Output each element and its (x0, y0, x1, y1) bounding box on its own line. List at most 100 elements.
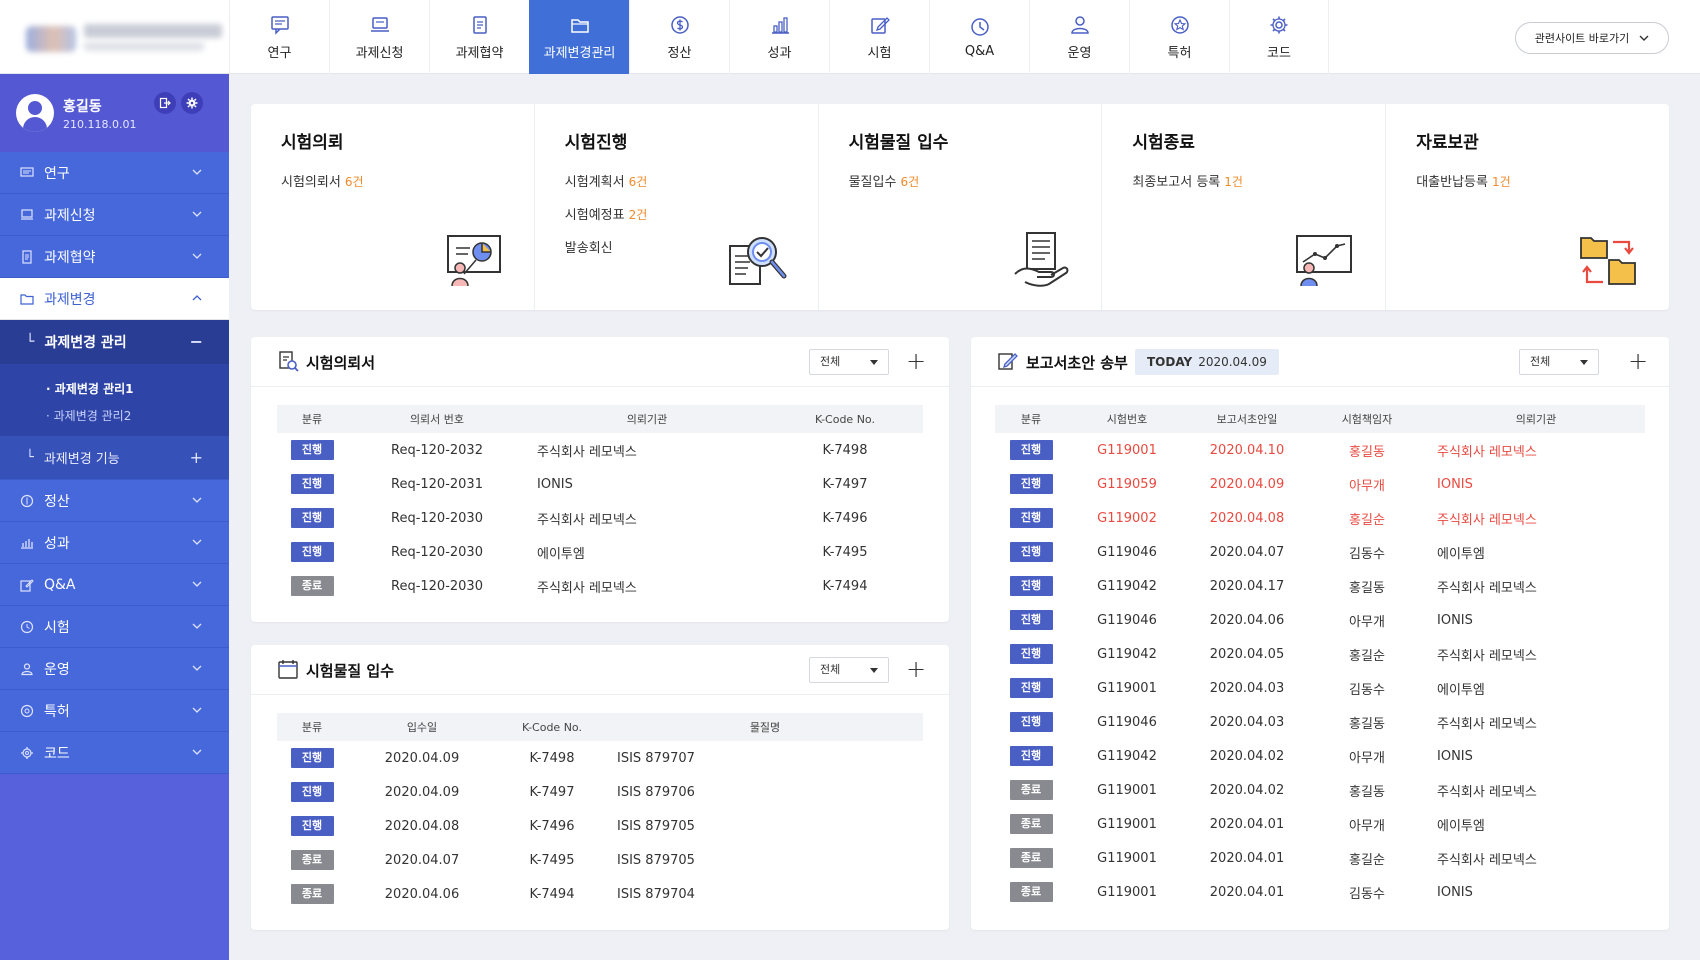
nav-performance[interactable]: 성과 (729, 0, 829, 74)
add-button[interactable]: + (903, 349, 929, 375)
column-header: 시험번호 (1067, 405, 1187, 433)
column-header: K-Code No. (767, 405, 923, 433)
sidebar-item-operation[interactable]: 운영 (0, 648, 229, 690)
gear-icon (21, 746, 33, 759)
summary-card-material-receipt[interactable]: 시험물질 입수 물질입수 6건 (819, 104, 1103, 310)
filter-select[interactable]: 전체 (809, 349, 889, 375)
table-cell: K-7494 (529, 886, 575, 902)
table-row[interactable]: 진행 2020.04.09 K-7498 ISIS 879707 (277, 741, 923, 775)
panel-title: 보고서초안 송부 (1026, 354, 1128, 372)
sidebar-item-research[interactable]: 연구 (0, 152, 229, 194)
nav-test[interactable]: 시험 (829, 0, 929, 74)
table-row[interactable]: 종료 2020.04.06 K-7494 ISIS 879704 (277, 877, 923, 911)
table-row[interactable]: 종료 2020.04.07 K-7495 ISIS 879705 (277, 843, 923, 877)
sidebar-item-test[interactable]: 시험 (0, 606, 229, 648)
main-nav: 연구 과제신청 과제협약 과제변경관리 정산 성과 시험 Q&A 운영 특허 코… (229, 0, 1329, 74)
chat-icon (270, 15, 289, 35)
summary-line[interactable]: 최종보고서 등록 1건 (1132, 171, 1355, 190)
table-row[interactable]: 종료 G119001 2020.04.01 아무개 에이투엠 (995, 807, 1645, 841)
table-row[interactable]: 진행 2020.04.08 K-7496 ISIS 879705 (277, 809, 923, 843)
sidebar-item-settlement[interactable]: 정산 (0, 480, 229, 522)
add-button[interactable]: + (1625, 349, 1651, 375)
table-row[interactable]: 진행 G119042 2020.04.17 홍길동 주식회사 레모넥스 (995, 569, 1645, 603)
logo[interactable] (22, 20, 222, 56)
summary-line[interactable]: 시험계획서 6건 (565, 171, 788, 190)
summary-card-test-end[interactable]: 시험종료 최종보고서 등록 1건 (1102, 104, 1387, 310)
nav-qna[interactable]: Q&A (929, 0, 1029, 74)
nav-operation[interactable]: 운영 (1029, 0, 1129, 74)
table-cell: 진행 (995, 501, 1067, 535)
sidebar-sub-list: · 과제변경 관리1 · 과제변경 관리2 (0, 364, 229, 436)
table-cell: 2020.04.01 (1209, 850, 1285, 866)
table-cell: 2020.04.05 (1209, 646, 1285, 662)
table-row[interactable]: 종료 G119001 2020.04.01 김동수 IONIS (995, 875, 1645, 909)
table-cell: 진행 (995, 671, 1067, 705)
filter-select[interactable]: 전체 (809, 657, 889, 683)
column-header: 분류 (277, 713, 347, 741)
column-header: 의뢰기관 (1427, 405, 1645, 433)
document-icon (22, 249, 32, 264)
table-row[interactable]: 종료 Req-120-2030 주식회사 레모넥스 K-7494 (277, 569, 923, 603)
table-row[interactable]: 진행 G119001 2020.04.10 홍길동 주식회사 레모넥스 (995, 433, 1645, 467)
table-row[interactable]: 진행 Req-120-2030 에이투엠 K-7495 (277, 535, 923, 569)
nav-project-agreement[interactable]: 과제협약 (429, 0, 529, 74)
sidebar-subitem-2[interactable]: · 과제변경 관리2 (0, 403, 229, 430)
related-sites-label: 관련사이트 바로가기 (1534, 32, 1630, 45)
bar-chart-icon (771, 16, 789, 34)
sidebar-item-project-agreement[interactable]: 과제협약 (0, 236, 229, 278)
sidebar-item-performance[interactable]: 성과 (0, 522, 229, 564)
related-sites-dropdown[interactable]: 관련사이트 바로가기 (1515, 22, 1669, 54)
table-row[interactable]: 진행 G119002 2020.04.08 홍길순 주식회사 레모넥스 (995, 501, 1645, 535)
summary-card-test-progress[interactable]: 시험진행 시험계획서 6건 시험예정표 2건 발송회신 (535, 104, 819, 310)
table-cell: 주식회사 레모넥스 (1437, 648, 1537, 664)
summary-line[interactable]: 시험예정표 2건 (565, 204, 788, 223)
summary-card-test-request[interactable]: 시험의뢰 시험의뢰서 6건 (251, 104, 535, 310)
table-row[interactable]: 진행 G119046 2020.04.06 아무개 IONIS (995, 603, 1645, 637)
status-badge: 진행 (290, 474, 334, 494)
table-cell: 진행 (995, 705, 1067, 739)
nav-project-change[interactable]: 과제변경관리 (529, 0, 629, 74)
settings-button[interactable] (181, 92, 203, 114)
nav-research[interactable]: 연구 (229, 0, 329, 74)
sidebar-item-code[interactable]: 코드 (0, 732, 229, 774)
sidebar: 홍길동 210.118.0.01 연구 과제신청 과제협약 과제변경 └ 과제변… (0, 74, 229, 960)
table-row[interactable]: 진행 G119059 2020.04.09 아무개 IONIS (995, 467, 1645, 501)
summary-line[interactable]: 물질입수 6건 (849, 171, 1072, 190)
table-cell: G119001 (1097, 442, 1157, 458)
status-badge: 종료 (1009, 780, 1053, 800)
nav-code[interactable]: 코드 (1229, 0, 1329, 74)
table-row[interactable]: 종료 G119001 2020.04.01 홍길순 주식회사 레모넥스 (995, 841, 1645, 875)
column-header: K-Code No. (497, 713, 607, 741)
table-row[interactable]: 진행 Req-120-2032 주식회사 레모넥스 K-7498 (277, 433, 923, 467)
gear-icon (186, 97, 198, 109)
sidebar-item-project-change[interactable]: 과제변경 (0, 278, 229, 320)
logout-button[interactable] (154, 92, 176, 114)
table-row[interactable]: 진행 2020.04.09 K-7497 ISIS 879706 (277, 775, 923, 809)
table-row[interactable]: 진행 Req-120-2030 주식회사 레모넥스 K-7496 (277, 501, 923, 535)
table-row[interactable]: 진행 Req-120-2031 IONIS K-7497 (277, 467, 923, 501)
chevron-up-icon (192, 295, 202, 301)
filter-select[interactable]: 전체 (1519, 349, 1599, 375)
sidebar-subgroup-change-function[interactable]: └ 과제변경 기능 + (0, 436, 229, 480)
summary-line[interactable]: 시험의뢰서 6건 (281, 171, 504, 190)
add-button[interactable]: + (903, 657, 929, 683)
table-row[interactable]: 종료 G119001 2020.04.02 홍길동 주식회사 레모넥스 (995, 773, 1645, 807)
sidebar-item-label: 정산 (44, 493, 70, 510)
nav-project-apply[interactable]: 과제신청 (329, 0, 429, 74)
sidebar-item-project-apply[interactable]: 과제신청 (0, 194, 229, 236)
sidebar-subgroup-change-management[interactable]: └ 과제변경 관리 − (0, 320, 229, 364)
table-row[interactable]: 진행 G119046 2020.04.03 홍길동 주식회사 레모넥스 (995, 705, 1645, 739)
table-row[interactable]: 진행 G119042 2020.04.02 아무개 IONIS (995, 739, 1645, 773)
expand-icon: + (189, 448, 203, 467)
nav-patent[interactable]: 특허 (1129, 0, 1229, 74)
table-row[interactable]: 진행 G119001 2020.04.03 김동수 에이투엠 (995, 671, 1645, 705)
summary-card-archive[interactable]: 자료보관 대출반납등록 1건 (1386, 104, 1669, 310)
table-row[interactable]: 진행 G119046 2020.04.07 김동수 에이투엠 (995, 535, 1645, 569)
chevron-down-icon (192, 749, 202, 755)
summary-line[interactable]: 대출반납등록 1건 (1416, 171, 1639, 190)
sidebar-item-patent[interactable]: 특허 (0, 690, 229, 732)
nav-settlement[interactable]: 정산 (629, 0, 729, 74)
table-row[interactable]: 진행 G119042 2020.04.05 홍길순 주식회사 레모넥스 (995, 637, 1645, 671)
sidebar-item-qna[interactable]: Q&A (0, 564, 229, 606)
sidebar-subitem-1[interactable]: · 과제변경 관리1 (0, 376, 229, 403)
